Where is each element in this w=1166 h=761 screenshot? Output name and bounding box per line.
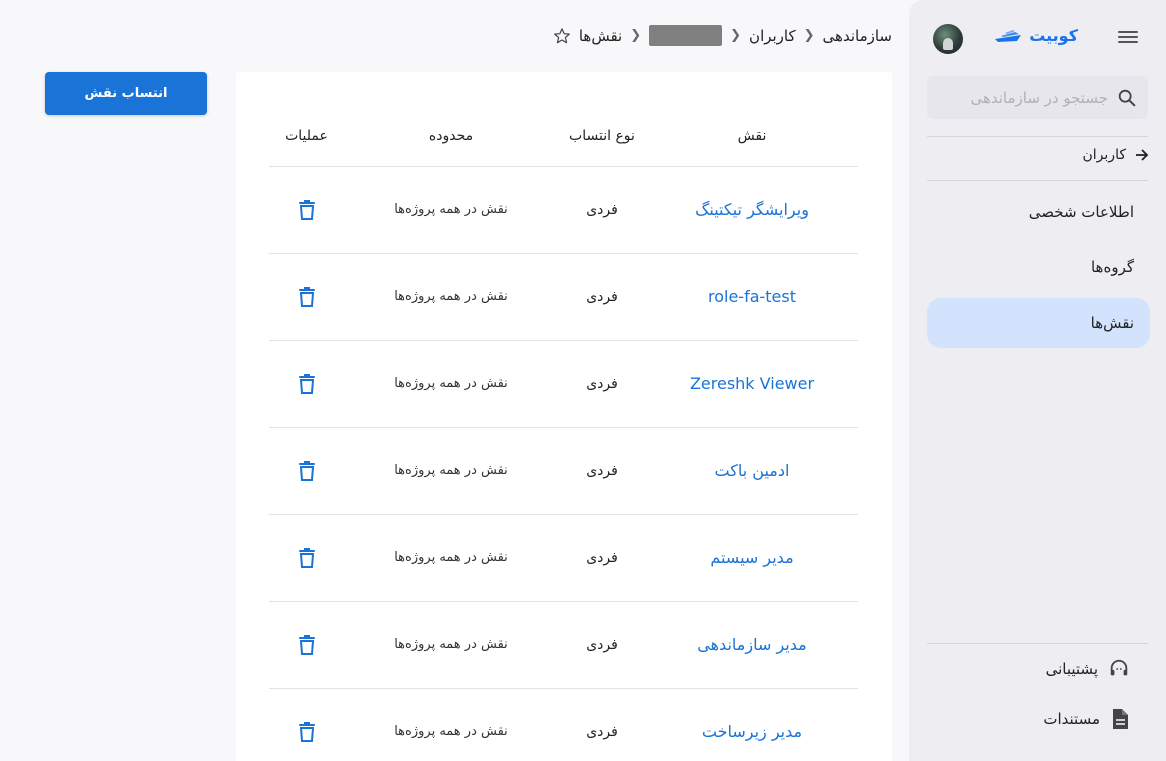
assignment-type: فردی	[558, 166, 646, 254]
roles-card: نقش نوع انتساب محدوده عملیات ویرایشگر تی…	[236, 72, 892, 761]
headset-icon	[1110, 659, 1128, 676]
trash-icon[interactable]	[297, 634, 317, 656]
row-actions	[269, 514, 344, 602]
sidebar-item-roles[interactable]: نقش‌ها	[927, 298, 1150, 348]
row-actions	[269, 688, 344, 761]
role-name-link[interactable]: role-fa-test	[646, 253, 858, 341]
support-label: پشتیبانی	[1045, 660, 1098, 678]
table-body: ویرایشگر تیکتینگ فردی نقش در همه پروژه‌ه…	[269, 166, 858, 761]
avatar[interactable]	[933, 24, 963, 54]
role-scope: نقش در همه پروژه‌ها	[344, 688, 558, 761]
trash-icon[interactable]	[297, 373, 317, 395]
trash-icon[interactable]	[297, 286, 317, 308]
brand-logo[interactable]: کوبیت	[993, 26, 1078, 45]
role-name-link[interactable]: مدیر زیرساخت	[646, 688, 858, 761]
role-scope: نقش در همه پروژه‌ها	[344, 601, 558, 689]
assignment-type: فردی	[558, 514, 646, 602]
divider	[927, 643, 1148, 644]
chevron-left-icon: ❮	[630, 28, 642, 43]
divider	[927, 136, 1148, 137]
table-row: مدیر سیستم فردی نقش در همه پروژه‌ها	[269, 514, 858, 602]
hamburger-menu-icon[interactable]	[1118, 28, 1138, 48]
row-actions	[269, 340, 344, 428]
role-scope: نقش در همه پروژه‌ها	[344, 514, 558, 602]
sidebar: کوبیت کاربران اطلاعات شخصی گروه‌ها نقش‌	[909, 0, 1166, 761]
table-row: ادمین باکت فردی نقش در همه پروژه‌ها	[269, 427, 858, 515]
role-name-link[interactable]: مدیر سازماندهی	[646, 601, 858, 689]
brand-name: کوبیت	[1029, 26, 1078, 45]
table-row: مدیر سازماندهی فردی نقش در همه پروژه‌ها	[269, 601, 858, 689]
column-header-operations: عملیات	[269, 106, 344, 167]
table-row: ویرایشگر تیکتینگ فردی نقش در همه پروژه‌ه…	[269, 166, 858, 254]
table-header-row: نقش نوع انتساب محدوده عملیات	[269, 106, 858, 167]
assignment-type: فردی	[558, 601, 646, 689]
column-header-scope: محدوده	[344, 106, 558, 167]
breadcrumb: سازماندهی ❮ کاربران ❮ ❮ نقش‌ها	[553, 25, 892, 46]
breadcrumb-users[interactable]: کاربران	[749, 27, 796, 45]
role-name-link[interactable]: مدیر سیستم	[646, 514, 858, 602]
sidebar-header: کوبیت	[909, 22, 1166, 56]
chevron-left-icon: ❮	[803, 28, 815, 43]
docs-link[interactable]: مستندات	[1043, 708, 1130, 730]
breadcrumb-user-masked[interactable]	[649, 25, 723, 46]
role-name-link[interactable]: ویرایشگر تیکتینگ	[646, 166, 858, 254]
trash-icon[interactable]	[297, 721, 317, 743]
sidebar-item-personal-info[interactable]: اطلاعات شخصی	[927, 187, 1150, 237]
row-actions	[269, 166, 344, 254]
row-actions	[269, 601, 344, 689]
assignment-type: فردی	[558, 688, 646, 761]
table-row: role-fa-test فردی نقش در همه پروژه‌ها	[269, 253, 858, 341]
sidebar-item-label: گروه‌ها	[1090, 258, 1134, 276]
role-scope: نقش در همه پروژه‌ها	[344, 253, 558, 341]
assignment-type: فردی	[558, 427, 646, 515]
support-link[interactable]: پشتیبانی	[1046, 658, 1130, 680]
assignment-type: فردی	[558, 253, 646, 341]
assignment-type: فردی	[558, 340, 646, 428]
role-name-link[interactable]: ادمین باکت	[646, 427, 858, 515]
document-icon	[1113, 709, 1128, 729]
boat-icon	[995, 29, 1022, 42]
arrow-right-icon	[1136, 149, 1149, 161]
row-actions	[269, 253, 344, 341]
search-icon	[1118, 89, 1136, 106]
column-header-role: نقش	[646, 106, 858, 167]
sidebar-item-label: نقش‌ها	[1090, 314, 1134, 332]
trash-icon[interactable]	[297, 199, 317, 221]
breadcrumb-roles: نقش‌ها	[578, 26, 623, 45]
back-link-label: کاربران	[1082, 147, 1126, 163]
sidebar-item-label: اطلاعات شخصی	[1028, 203, 1134, 221]
trash-icon[interactable]	[297, 547, 317, 569]
table-row: مدیر زیرساخت فردی نقش در همه پروژه‌ها	[269, 688, 858, 761]
role-scope: نقش در همه پروژه‌ها	[344, 166, 558, 254]
roles-table: نقش نوع انتساب محدوده عملیات ویرایشگر تی…	[269, 106, 858, 761]
breadcrumb-org[interactable]: سازماندهی	[823, 27, 892, 45]
divider	[927, 180, 1148, 181]
role-scope: نقش در همه پروژه‌ها	[344, 427, 558, 515]
row-actions	[269, 427, 344, 515]
search-input[interactable]	[938, 88, 1108, 107]
sidebar-item-groups[interactable]: گروه‌ها	[927, 242, 1150, 292]
chevron-left-icon: ❮	[730, 28, 742, 43]
docs-label: مستندات	[1043, 710, 1100, 728]
assign-role-button[interactable]: انتساب نقش	[45, 72, 207, 115]
sidebar-search	[927, 76, 1148, 119]
trash-icon[interactable]	[297, 460, 317, 482]
column-header-type: نوع انتساب	[558, 106, 646, 167]
table-row: Zereshk Viewer فردی نقش در همه پروژه‌ها	[269, 340, 858, 428]
back-to-users-link[interactable]: کاربران	[1083, 147, 1150, 163]
star-icon[interactable]	[553, 27, 571, 45]
role-scope: نقش در همه پروژه‌ها	[344, 340, 558, 428]
role-name-link[interactable]: Zereshk Viewer	[646, 340, 858, 428]
